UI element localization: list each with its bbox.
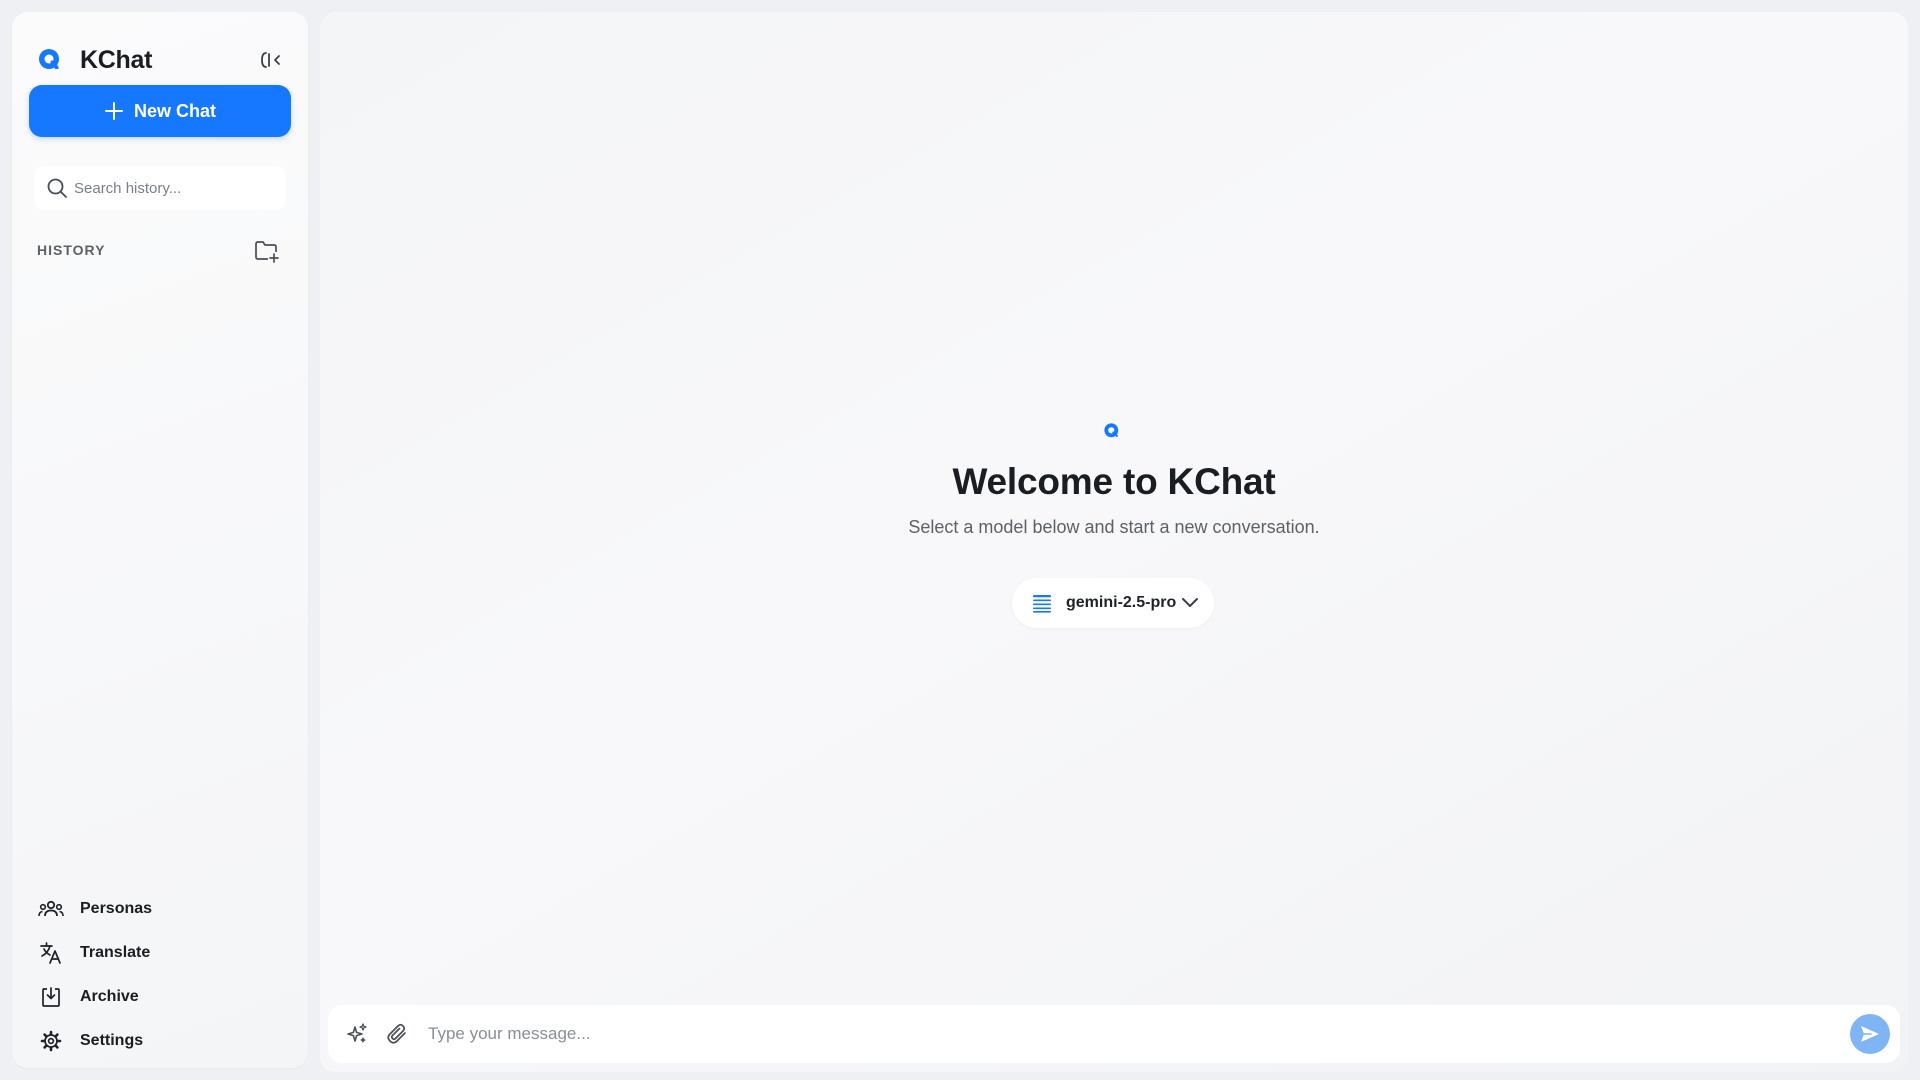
chat-main: Welcome to KChat Select a model below an… — [320, 12, 1908, 1072]
sparkle-button[interactable] — [342, 1019, 372, 1049]
collapse-sidebar-button[interactable] — [256, 46, 288, 74]
send-icon — [1861, 1026, 1879, 1042]
new-folder-button[interactable] — [252, 236, 282, 266]
sidebar-item-translate[interactable]: Translate — [38, 931, 288, 975]
new-chat-button[interactable]: New Chat — [29, 85, 291, 137]
new-chat-label: New Chat — [133, 100, 216, 121]
model-selector[interactable]: gemini-2.5-pro — [1012, 578, 1214, 628]
sidebar-item-settings[interactable]: Settings — [38, 1019, 288, 1063]
sidebar-item-personas[interactable]: Personas — [38, 887, 288, 931]
message-composer — [328, 1005, 1900, 1063]
brand: KChat — [36, 42, 152, 78]
app-name: KChat — [80, 45, 153, 74]
app-window: KChat New Chat HISTORY — [0, 0, 1920, 1080]
history-heading: HISTORY — [37, 242, 106, 258]
model-icon — [1033, 595, 1051, 613]
sidebar-item-label: Personas — [80, 900, 153, 917]
translate-icon — [38, 940, 64, 966]
welcome-panel: Welcome to KChat Select a model below an… — [320, 422, 1908, 538]
plus-icon — [104, 102, 123, 120]
model-name: gemini-2.5-pro — [1066, 594, 1177, 611]
sidebar-nav: Personas Translate Archive Settings — [38, 887, 288, 1063]
sidebar-item-label: Settings — [80, 1032, 144, 1049]
sidebar-item-label: Archive — [80, 988, 139, 1005]
collapse-sidebar-icon — [261, 52, 280, 68]
kchat-logo-icon — [36, 46, 64, 74]
welcome-subtitle: Select a model below and start a new con… — [908, 517, 1320, 537]
paperclip-icon — [387, 1023, 406, 1044]
folder-plus-icon — [255, 241, 279, 263]
settings-icon — [38, 1028, 64, 1054]
sparkle-icon — [347, 1023, 367, 1043]
search-input[interactable] — [74, 179, 274, 197]
search-history — [34, 166, 286, 210]
sidebar-item-label: Translate — [80, 944, 151, 961]
personas-icon — [38, 896, 64, 922]
message-input[interactable] — [428, 1024, 1850, 1044]
welcome-title: Welcome to KChat — [952, 461, 1276, 502]
attach-button[interactable] — [382, 1019, 412, 1049]
send-button[interactable] — [1850, 1014, 1890, 1054]
search-icon — [47, 178, 67, 198]
sidebar-item-archive[interactable]: Archive — [38, 975, 288, 1019]
archive-icon — [38, 984, 64, 1010]
chevron-down-icon — [1180, 596, 1200, 610]
kchat-logo-icon — [1103, 422, 1121, 440]
sidebar: KChat New Chat HISTORY — [12, 12, 308, 1068]
